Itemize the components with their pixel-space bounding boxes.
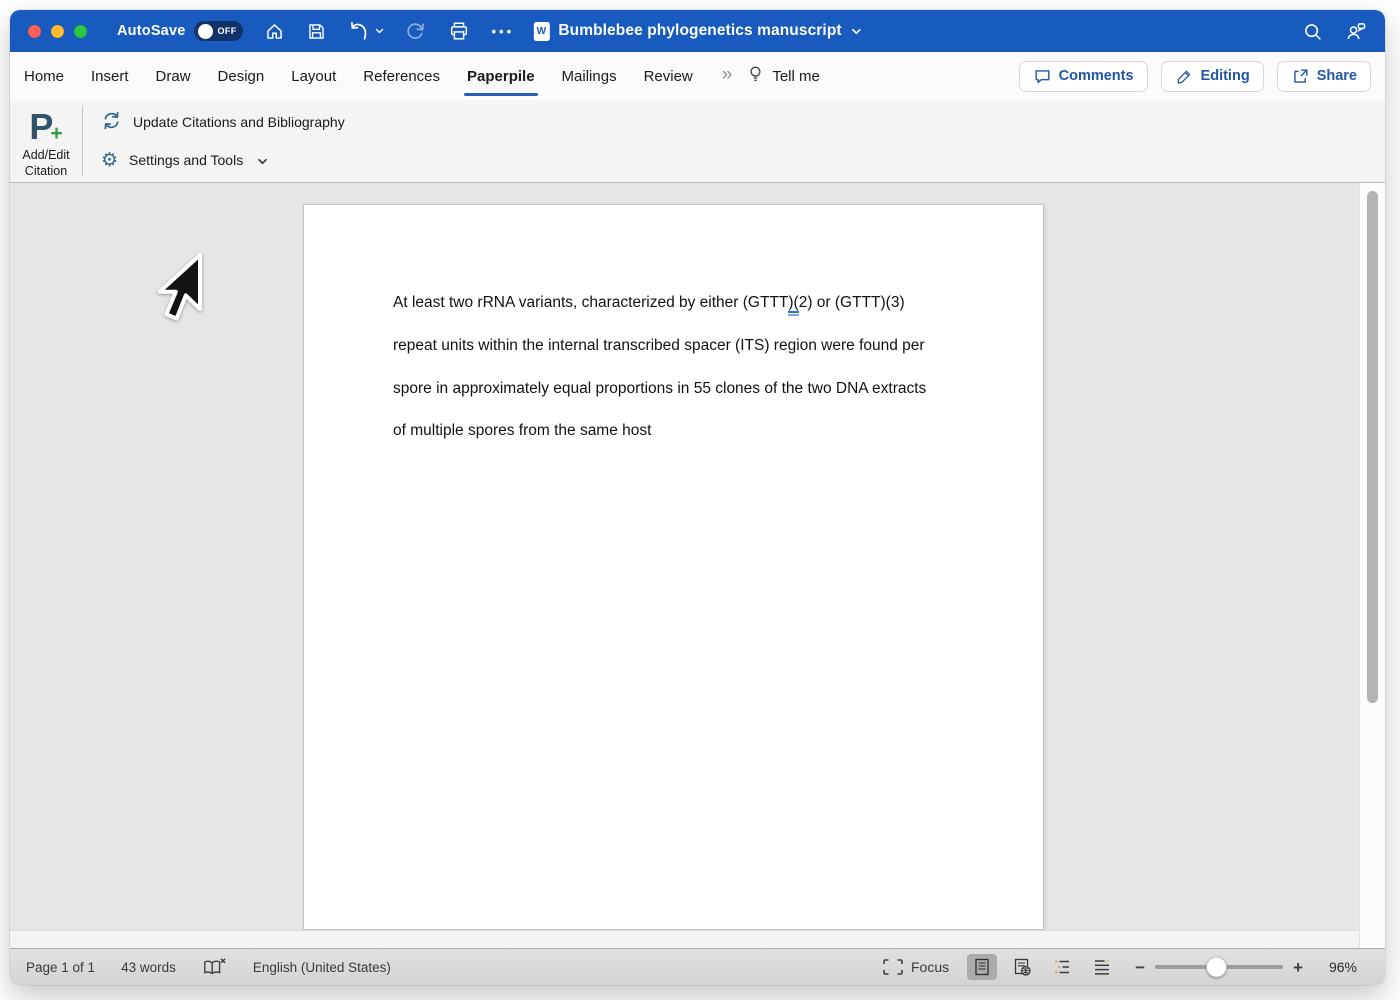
autosave-toggle-knob (198, 24, 213, 39)
search-icon[interactable] (1302, 21, 1323, 42)
zoom-control: − + 96% (1135, 959, 1357, 976)
title-chevron-icon[interactable] (851, 22, 862, 40)
document-actions: Comments Editing Share (1019, 61, 1371, 92)
word-document-icon: W (533, 22, 549, 41)
web-layout-view-button[interactable] (1007, 954, 1037, 980)
vertical-scrollbar-thumb[interactable] (1367, 191, 1378, 703)
share-button-label: Share (1317, 68, 1357, 84)
add-edit-citation-button[interactable]: P + Add/Edit Citation (10, 100, 82, 182)
zoom-percentage-label[interactable]: 96% (1313, 959, 1357, 975)
lightbulb-icon (746, 63, 765, 90)
update-citations-button[interactable]: Update Citations and Bibliography (101, 106, 345, 138)
document-line-2: repeat units within the internal transcr… (393, 337, 925, 355)
document-line-1: At least two rRNA variants, characterize… (393, 294, 905, 312)
ribbon-tab-row: Home Insert Draw Design Layout Reference… (10, 52, 1385, 100)
tab-review[interactable]: Review (644, 52, 693, 100)
paperpile-ribbon: P + Add/Edit Citation Update Citations a… (10, 100, 1385, 183)
print-layout-view-button[interactable] (967, 954, 997, 980)
tell-me-label: Tell me (772, 68, 820, 85)
focus-label: Focus (911, 959, 949, 975)
zoom-slider-thumb[interactable] (1206, 957, 1227, 978)
document-line-3: spore in approximately equal proportions… (393, 380, 926, 398)
paperpile-logo-icon: P + (29, 105, 62, 145)
chevron-down-icon (257, 152, 268, 168)
sync-icon (101, 110, 122, 134)
comments-button-label: Comments (1059, 68, 1134, 84)
update-citations-label: Update Citations and Bibliography (133, 114, 345, 130)
gear-icon: ⚙ (101, 151, 118, 170)
close-window-button[interactable] (28, 25, 41, 38)
autosave-toggle[interactable]: OFF (194, 21, 243, 41)
tab-references[interactable]: References (363, 52, 440, 100)
more-commands-icon[interactable]: ••• (491, 24, 514, 39)
document-page[interactable]: At least two rRNA variants, characterize… (303, 204, 1044, 930)
document-line-4: of multiple spores from the same host (393, 422, 651, 440)
share-button[interactable]: Share (1277, 61, 1371, 92)
zoom-slider[interactable] (1155, 965, 1283, 970)
document-area: At least two rRNA variants, characterize… (10, 183, 1385, 948)
titlebar: AutoSave OFF ••• (10, 10, 1385, 52)
mouse-cursor (151, 251, 203, 334)
word-count-label[interactable]: 43 words (121, 960, 176, 975)
page-count-label[interactable]: Page 1 of 1 (26, 960, 95, 975)
home-icon[interactable] (264, 21, 285, 42)
settings-tools-button[interactable]: ⚙ Settings and Tools (101, 144, 345, 176)
tab-overflow-chevron-icon[interactable]: » (722, 64, 733, 86)
spellcheck-icon[interactable] (202, 957, 227, 978)
focus-button[interactable]: Focus (883, 959, 949, 975)
document-title: Bumblebee phylogenetics manuscript (558, 22, 841, 40)
status-bar: Page 1 of 1 43 words English (United Sta… (10, 948, 1385, 985)
minimize-window-button[interactable] (51, 25, 64, 38)
fullscreen-window-button[interactable] (74, 25, 87, 38)
print-icon[interactable] (448, 20, 470, 42)
tell-me-button[interactable]: Tell me (746, 63, 820, 90)
comment-icon (1033, 67, 1052, 86)
autocorrect-marker: )( (788, 294, 798, 313)
tab-mailings[interactable]: Mailings (562, 52, 617, 100)
tab-home[interactable]: Home (24, 52, 64, 100)
settings-tools-label: Settings and Tools (129, 152, 243, 168)
autosave-control: AutoSave OFF (117, 21, 243, 41)
tab-design[interactable]: Design (218, 52, 265, 100)
presence-people-icon[interactable] (1344, 20, 1367, 43)
undo-button[interactable] (348, 20, 384, 42)
redo-icon[interactable] (405, 20, 427, 42)
draft-view-button[interactable] (1087, 954, 1117, 980)
share-icon (1291, 67, 1310, 86)
word-document-letter: W (537, 26, 546, 37)
tab-layout[interactable]: Layout (291, 52, 336, 100)
save-icon[interactable] (306, 21, 327, 42)
view-switcher (967, 954, 1117, 980)
autosave-label: AutoSave (117, 23, 185, 39)
document-title-group[interactable]: W Bumblebee phylogenetics manuscript (533, 10, 861, 52)
pencil-icon (1175, 67, 1194, 86)
language-label[interactable]: English (United States) (253, 960, 391, 975)
horizontal-scroll-area (10, 930, 1359, 948)
tab-paperpile[interactable]: Paperpile (467, 52, 535, 100)
vertical-scrollbar-track[interactable] (1359, 183, 1385, 948)
zoom-out-button[interactable]: − (1135, 959, 1145, 976)
paperpile-logo-plus: + (50, 123, 62, 144)
word-window: AutoSave OFF ••• (10, 10, 1385, 985)
active-tab-underline (464, 93, 538, 97)
zoom-in-button[interactable]: + (1293, 959, 1303, 976)
comments-button[interactable]: Comments (1019, 61, 1148, 92)
undo-icon (348, 20, 370, 42)
undo-chevron-icon[interactable] (375, 28, 384, 34)
add-edit-citation-label: Add/Edit Citation (22, 148, 69, 179)
autosave-state-label: OFF (217, 26, 236, 36)
editing-button-label: Editing (1201, 68, 1250, 84)
focus-icon (883, 959, 903, 975)
tab-insert[interactable]: Insert (91, 52, 129, 100)
outline-view-button[interactable] (1047, 954, 1077, 980)
editing-button[interactable]: Editing (1161, 61, 1264, 92)
traffic-lights (28, 25, 87, 38)
tab-draw[interactable]: Draw (156, 52, 191, 100)
